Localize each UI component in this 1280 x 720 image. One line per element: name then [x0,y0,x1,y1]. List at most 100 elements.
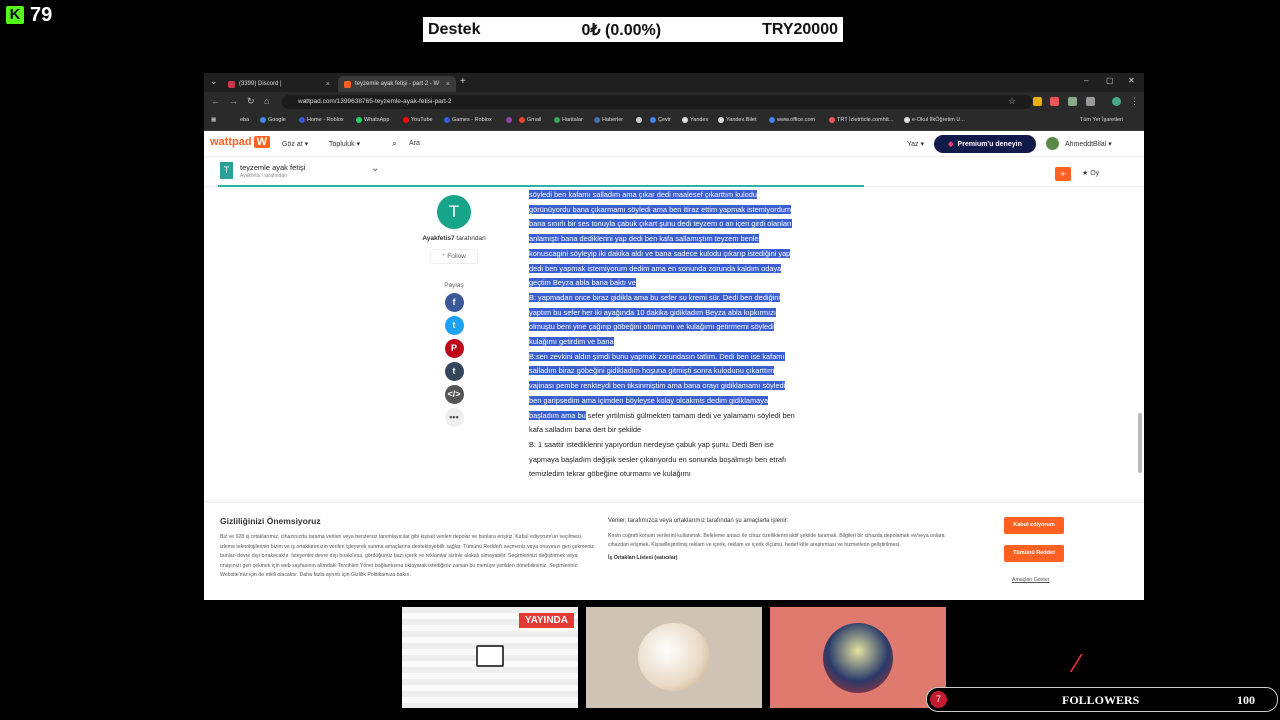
bookmark-item[interactable]: YouTube [403,117,433,123]
facebook-icon[interactable]: f [444,293,464,312]
paragraph: söyledi ben kafamı salladım ama çıkar de… [529,188,795,291]
share-label: Paylaş [444,282,464,289]
all-bookmarks[interactable]: Tüm Yer İşaretleri [1080,117,1123,123]
tab-bar: ⌄ (3399) Discord | × teyzemle ayak fetiş… [204,73,1144,92]
bookmark-item[interactable]: Çevir [650,117,671,123]
embed-icon[interactable]: </> [444,385,464,404]
bookmark-item[interactable]: TRT İzletrticle.comhtt... [829,117,893,123]
reload-icon[interactable]: ↻ [247,96,255,107]
bookmark-item[interactable]: Google [260,117,286,123]
bookmark-item[interactable]: e-Okul İlkÖğretim U... [904,117,965,123]
followers-goal-bar: 7 FOLLOWERS 100 [926,687,1278,712]
bookmark-item[interactable]: eba [240,117,249,123]
partners-link[interactable]: İş Ortakları Listesi (satıcılar) [608,554,948,563]
user-menu[interactable]: AhmeddtBilal ▾ [1065,140,1112,148]
camera-feed-player [770,607,946,708]
apps-grid-icon[interactable]: ▦ [211,117,216,123]
browse-menu[interactable]: Göz at ▾ [282,140,308,148]
bookmark-item[interactable]: Haritalar [554,117,583,123]
tab-discord[interactable]: (3399) Discord | × [222,76,336,92]
close-icon[interactable]: × [446,81,450,88]
forward-icon[interactable]: → [229,96,238,106]
author-name[interactable]: Ayakfetis7 [422,235,454,242]
paragraph: B:sen zevkini aldın şimdi bunu yapmak zo… [529,350,795,438]
followers-current: 7 [930,691,947,708]
bookmarks-bar: ▦ eba Google Home - Roblox WhatsApp YouT… [204,112,1144,131]
reading-progress [218,185,864,187]
story-cover-icon[interactable]: T [220,162,233,179]
bookmark-label: Haberler [602,117,624,123]
bookmark-label: Yandex.Bilet [726,117,757,123]
chevron-down-icon[interactable]: ⌄ [371,163,379,174]
premium-button[interactable]: ◆ Premium'u deneyin [934,135,1036,153]
url-input[interactable]: wattpad.com/1399638765-teyzemle-ayak-fet… [282,95,1032,109]
premium-icon: ◆ [948,141,954,148]
close-icon[interactable]: × [326,81,330,88]
pinterest-icon[interactable]: P [444,339,464,358]
purposes-title: Veriler, tarafımızca veya ortaklarımız t… [608,518,789,524]
community-menu[interactable]: Topluluk ▾ [329,140,360,148]
tab-label: (3399) Discord | [239,81,282,87]
twitter-icon[interactable]: t [444,316,464,335]
bookmark-item[interactable]: Gmail [519,117,541,123]
bookmark-item[interactable]: Home - Roblox [299,117,344,123]
bookmark-label: YouTube [411,117,433,123]
profile-icon[interactable] [1112,97,1121,106]
bookmark-label: Gmail [527,117,542,123]
more-icon[interactable]: ••• [444,408,464,427]
extensions-puzzle-icon[interactable] [1086,97,1095,106]
bookmark-label: Games - Roblox [452,117,492,123]
tab-wattpad[interactable]: teyzemle ayak fetişi - part 2 - W × [338,76,456,92]
reject-all-button[interactable]: Tümünü Reddet [1004,545,1064,562]
extension-icon[interactable] [1068,97,1077,106]
bookmark-label: Haritalar [562,117,583,123]
scrollbar-thumb[interactable] [1138,413,1142,473]
menu-dots-icon[interactable]: ⋮ [1130,96,1139,107]
wattpad-header: wattpad W Göz at ▾ Topluluk ▾ ⌕ Ara Yaz ▾… [204,131,1144,157]
add-to-list-button[interactable]: + [1055,167,1071,181]
tab-search-icon[interactable]: ⌄ [210,76,218,87]
back-icon[interactable]: ← [211,96,220,106]
new-tab-icon[interactable]: + [460,76,466,87]
bookmark-label: Tüm Yer İşaretleri [1080,117,1124,123]
extension-icon[interactable] [1033,97,1042,106]
paragraph-text: B: yapmadan once biraz gidikla ama bu se… [529,292,781,347]
write-menu[interactable]: Yaz ▾ [907,140,924,148]
bookmark-label: Yandex [690,117,709,123]
avatar[interactable] [1046,137,1059,150]
wattpad-logo[interactable]: wattpad W [210,136,270,148]
tumblr-icon[interactable]: t [444,362,464,381]
accept-button[interactable]: Kabul ediyorum [1004,517,1064,534]
url-text: wattpad.com/1399638765-teyzemle-ayak-fet… [298,98,452,105]
bookmark-star-icon[interactable]: ☆ [1008,96,1016,107]
bookmark-item[interactable]: Haberler [594,117,623,123]
bookmark-item[interactable]: WhatsApp [356,117,389,123]
consent-title: Gizliliğinizi Önemsiyoruz [220,516,321,526]
bookmark-item[interactable]: www.office.com [769,117,815,123]
bookmark-label: eba [240,117,250,123]
kick-logo-icon: K [6,6,24,24]
bookmark-item[interactable] [506,117,512,123]
bookmark-item[interactable]: Yandex.Bilet [718,117,756,123]
bookmark-item[interactable] [636,117,642,123]
home-icon[interactable]: ⌂ [264,96,269,106]
minimize-icon[interactable]: – [1084,76,1088,85]
search-icon[interactable]: ⌕ [392,138,397,149]
vote-button[interactable]: ★ Oy [1082,169,1099,177]
search-input[interactable]: Ara [409,140,420,147]
follow-button[interactable]: ⁺ Follow [430,249,478,264]
bookmark-item[interactable]: Games - Roblox [444,117,492,123]
author-avatar[interactable]: T [437,195,471,229]
paragraph-text: B:sen zevkini aldın şimdi bunu yapmak zo… [529,351,786,420]
extension-icon[interactable] [1050,97,1059,106]
live-badge: YAYINDA [518,613,574,628]
story-author-line: Ayakfetis / tarafından [240,173,287,179]
bookmark-item[interactable]: Yandex [682,117,708,123]
story-title[interactable]: teyzemle ayak fetişi [240,163,305,172]
maximize-icon[interactable]: ▢ [1106,76,1114,85]
show-purposes-link[interactable]: Amaçları Göster [1012,577,1049,583]
window-close-icon[interactable]: ✕ [1128,76,1135,85]
camera-feed-food [586,607,762,708]
brand-logo-icon: ⁄ [1075,648,1080,678]
vote-label: Oy [1090,170,1100,177]
